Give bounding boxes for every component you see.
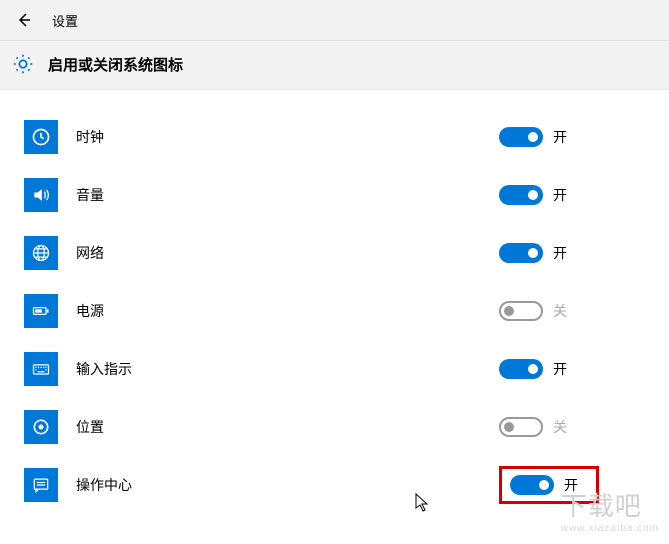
toggle-label-input: 开 [553,359,567,379]
row-network: 网络 开 [24,224,669,282]
row-location: 位置 关 [24,398,669,456]
back-button[interactable] [12,8,36,32]
toggle-power[interactable] [499,301,543,321]
toggle-network[interactable] [499,243,543,263]
label-action-center: 操作中心 [76,475,499,495]
row-input: 输入指示 开 [24,340,669,398]
input-icon [24,352,58,386]
page-title: 启用或关闭系统图标 [48,54,183,75]
toggle-label-network: 开 [553,243,567,263]
row-clock: 时钟 开 [24,108,669,166]
label-clock: 时钟 [76,127,499,147]
toggle-label-clock: 开 [553,127,567,147]
toggle-action-center[interactable] [510,475,554,495]
label-network: 网络 [76,243,499,263]
location-icon [24,410,58,444]
action-center-icon [24,468,58,502]
clock-icon [24,120,58,154]
row-volume: 音量 开 [24,166,669,224]
toggle-volume[interactable] [499,185,543,205]
highlight-box: 开 [499,466,599,504]
toggle-label-location: 关 [553,417,567,437]
toggle-clock[interactable] [499,127,543,147]
power-icon [24,294,58,328]
network-icon [24,236,58,270]
toggle-location[interactable] [499,417,543,437]
label-location: 位置 [76,417,499,437]
row-power: 电源 关 [24,282,669,340]
toggle-label-action-center: 开 [564,475,578,495]
label-power: 电源 [76,301,499,321]
gear-icon [12,53,34,75]
window-title: 设置 [52,11,78,30]
back-arrow-icon [16,12,32,28]
toggle-input[interactable] [499,359,543,379]
label-volume: 音量 [76,185,499,205]
row-action-center: 操作中心 开 [24,456,669,514]
toggle-label-volume: 开 [553,185,567,205]
label-input: 输入指示 [76,359,499,379]
volume-icon [24,178,58,212]
toggle-label-power: 关 [553,301,567,321]
